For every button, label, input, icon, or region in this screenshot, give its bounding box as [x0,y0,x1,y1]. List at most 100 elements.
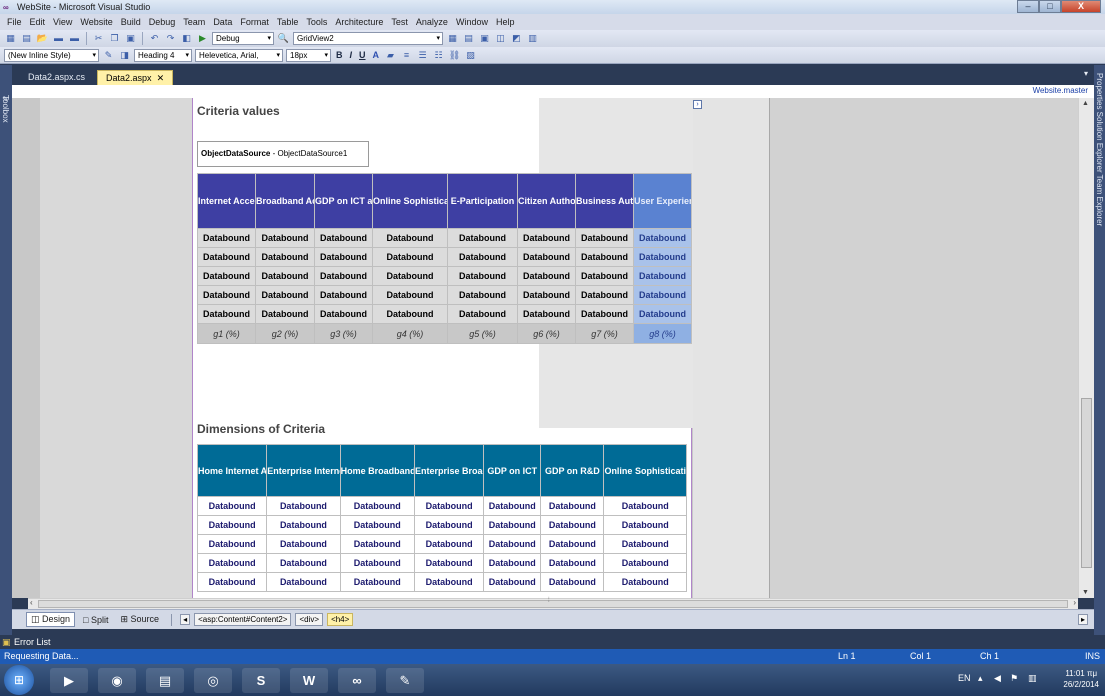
tab-data2-aspx-cs[interactable]: Data2.aspx.cs [20,70,93,85]
hyperlink-icon[interactable]: ⛓ [448,49,461,62]
table-cell[interactable]: Databound [314,304,373,324]
tab-list-dropdown-icon[interactable]: ▾ [1084,69,1088,78]
table-cell[interactable]: Databound [255,285,315,305]
skype-icon[interactable]: S [242,668,280,693]
find-target-dropdown[interactable]: GridView2 ▾ [293,32,443,45]
table-cell[interactable]: Databound [413,515,485,535]
table-cell[interactable]: Databound [633,228,692,248]
table-cell[interactable]: Databound [339,553,415,573]
redo-icon[interactable]: ↷ [164,32,177,45]
dimensions-title[interactable]: Dimensions of Criteria [197,422,325,436]
table-cell[interactable]: Databound [413,534,485,554]
undo-icon[interactable]: ↶ [148,32,161,45]
table-cell[interactable]: Databound [447,228,518,248]
menu-analyze[interactable]: Analyze [412,17,452,27]
table-cell[interactable]: Databound [266,534,341,554]
bullet-list-icon[interactable]: ☷ [432,49,445,62]
media-player-icon[interactable]: ▶ [50,668,88,693]
firefox-icon[interactable]: ◉ [98,668,136,693]
word-icon[interactable]: W [290,668,328,693]
table-cell[interactable]: Databound [196,496,268,516]
align-icon[interactable]: ≡ [400,49,413,62]
menu-file[interactable]: File [3,17,26,27]
object-data-source-control[interactable]: ObjectDataSource - ObjectDataSource1 [197,141,369,167]
new-project-icon[interactable]: ▦ [4,32,17,45]
network-icon[interactable]: ▥ [1028,673,1037,684]
menu-table[interactable]: Table [273,17,303,27]
table-cell[interactable]: Databound [197,285,256,305]
design-surface[interactable]: Website.master › Criteria values ObjectD… [12,85,1094,598]
table-cell[interactable]: Databound [447,304,518,324]
footer-cell[interactable]: g4 (%) [372,323,448,344]
menu-tools[interactable]: Tools [302,17,331,27]
table-cell[interactable]: Databound [540,496,605,516]
scroll-up-icon[interactable]: ▲ [1082,100,1089,107]
tag-navigator-right-icon[interactable]: ▸ [1077,614,1088,625]
paste-icon[interactable]: ▣ [124,32,137,45]
toolbox-strip[interactable]: ✎ Toolbox [0,65,12,635]
column-header-selected[interactable]: User Experience [633,173,692,229]
highlight-icon[interactable]: ▰ [384,49,397,62]
right-panels-strip[interactable]: Properties Solution Explorer Team Explor… [1094,65,1105,635]
scroll-thumb[interactable] [1081,398,1092,568]
tag-breadcrumb-h4[interactable]: <h4> [327,613,354,626]
table-cell[interactable]: Databound [197,266,256,286]
error-list-label[interactable]: Error List [14,637,51,647]
table-cell[interactable]: Databound [255,247,315,267]
table-cell[interactable]: Databound [483,572,542,592]
table-cell[interactable]: Databound [266,496,341,516]
tab-data2-aspx[interactable]: Data2.aspx ✕ [97,70,174,85]
table-cell[interactable]: Databound [413,572,485,592]
column-header[interactable]: Broadband Access [255,173,315,229]
column-header[interactable]: Citizen Authority Interaction [517,173,576,229]
save-icon[interactable]: ▬ [52,32,65,45]
table-cell[interactable]: Databound [372,247,448,267]
smart-tag-icon[interactable]: › [693,100,702,109]
menu-architecture[interactable]: Architecture [331,17,387,27]
column-header[interactable]: Internet Access [197,173,256,229]
tag-breadcrumb-content[interactable]: <asp:Content#Content2> [194,613,292,626]
class-view-icon[interactable]: ◫ [494,32,507,45]
scroll-right-icon[interactable]: › [1073,598,1076,607]
table-cell[interactable]: Databound [197,304,256,324]
criteria-gridview[interactable]: Internet Access Broadband Access GDP on … [197,173,692,344]
table-cell[interactable]: Databound [517,266,576,286]
minimize-button[interactable]: – [1017,0,1039,13]
save-all-icon[interactable]: ▬ [68,32,81,45]
font-size-dropdown[interactable]: 18px ▾ [286,48,331,62]
extensions-icon[interactable]: ▥ [526,32,539,45]
table-cell[interactable]: Databound [314,247,373,267]
menu-team[interactable]: Team [179,17,209,27]
menu-website[interactable]: Website [76,17,116,27]
start-debugging-icon[interactable]: ▶ [196,32,209,45]
table-cell[interactable]: Databound [575,285,634,305]
table-cell[interactable]: Databound [483,496,542,516]
table-cell[interactable]: Databound [633,285,692,305]
horizontal-scrollbar[interactable]: ‹ ⦙ › [28,597,1078,609]
table-cell[interactable]: Databound [517,228,576,248]
table-cell[interactable]: Databound [575,304,634,324]
footer-cell[interactable]: g6 (%) [517,323,576,344]
right-panels-label[interactable]: Properties Solution Explorer Team Explor… [1095,73,1104,226]
column-header[interactable]: Online Sophistication [603,444,687,497]
visual-studio-taskbar-icon[interactable]: ∞ [338,668,376,693]
table-cell[interactable]: Databound [540,515,605,535]
object-browser-icon[interactable]: ◩ [510,32,523,45]
footer-cell[interactable]: g8 (%) [633,323,692,344]
table-cell[interactable]: Databound [517,247,576,267]
table-cell[interactable]: Databound [196,572,268,592]
table-cell[interactable]: Databound [540,553,605,573]
table-cell[interactable]: Databound [633,266,692,286]
properties-icon[interactable]: ▦ [446,32,459,45]
menu-window[interactable]: Window [452,17,492,27]
table-cell[interactable]: Databound [603,553,687,573]
find-icon[interactable]: 🔍 [277,32,290,45]
table-cell[interactable]: Databound [372,304,448,324]
table-cell[interactable]: Databound [314,228,373,248]
chrome-icon[interactable]: ◎ [194,668,232,693]
table-cell[interactable]: Databound [517,304,576,324]
footer-cell[interactable]: g2 (%) [255,323,315,344]
table-cell[interactable]: Databound [447,247,518,267]
maximize-button[interactable]: □ [1039,0,1061,13]
toolbox-icon[interactable]: ▣ [478,32,491,45]
